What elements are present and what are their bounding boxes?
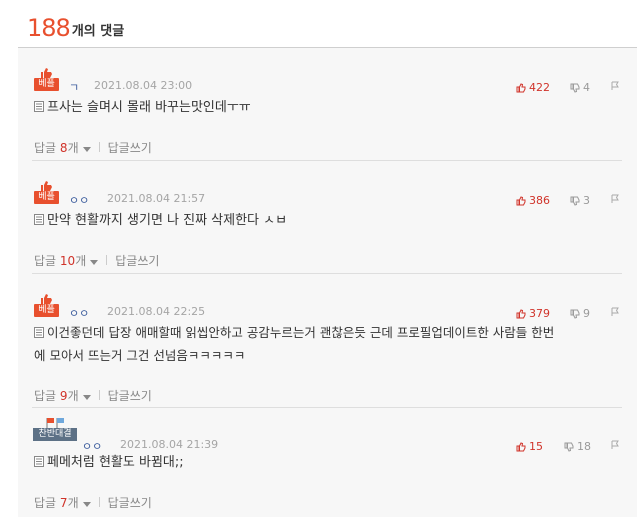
flags-icon <box>46 418 64 428</box>
document-icon <box>34 327 44 338</box>
divider <box>98 390 100 400</box>
reply-unit: 개 <box>67 388 79 403</box>
comment-divider <box>32 273 622 274</box>
dislike-count: 9 <box>583 307 590 320</box>
reply-label: 답글 <box>34 140 57 155</box>
like-count: 386 <box>529 194 550 207</box>
write-reply-link[interactable]: 답글쓰기 <box>108 139 152 156</box>
reply-toggle[interactable]: 답글 7개 <box>34 494 91 511</box>
reply-label: 답글 <box>34 253 57 268</box>
thumbs-down-icon <box>570 309 580 319</box>
write-reply-link[interactable]: 답글쓰기 <box>108 387 152 404</box>
thumbs-up-icon <box>516 441 526 451</box>
document-icon <box>34 214 44 225</box>
comment-body: 만약 현활까지 생기면 나 진짜 삭제한다 ㅅㅂ <box>34 210 619 232</box>
document-icon <box>34 456 44 467</box>
comment-meta: 찬반대결 ㅇㅇ 2021.08.04 21:39 15 18 <box>32 417 622 453</box>
like-count: 422 <box>529 81 550 94</box>
chevron-down-icon <box>82 146 91 152</box>
best-badge-label: 베플 <box>34 304 59 317</box>
comment-header: 188 개의 댓글 <box>27 12 124 42</box>
reply-toggle[interactable]: 답글 9개 <box>34 387 91 404</box>
comment-meta: 베플 ㅇㅇ 2021.08.04 22:25 379 9 <box>32 284 622 320</box>
best-badge: 베플 <box>34 181 59 207</box>
thumbs-down-icon <box>564 442 574 452</box>
report-flag-icon[interactable] <box>610 81 620 91</box>
comment-meta: 베플 ㄱ 2021.08.04 23:00 422 4 <box>32 58 622 94</box>
divider <box>106 255 108 265</box>
dislike-button[interactable]: 4 <box>570 81 590 94</box>
comment-count: 188 <box>27 14 71 42</box>
comment-author[interactable]: ㅇㅇ <box>69 192 89 208</box>
comment-text: 페메처럼 현활도 바뀜대;; <box>47 455 184 470</box>
comment-body: 프사는 슬며시 몰래 바꾸는맛인데ㅜㅠ <box>34 97 619 119</box>
reply-unit: 개 <box>75 253 87 268</box>
comment-divider <box>32 407 622 408</box>
debate-badge: 찬반대결 <box>33 417 77 443</box>
thumbs-up-icon <box>41 294 52 304</box>
reply-bar: 답글 7개 답글쓰기 <box>34 494 152 511</box>
best-badge: 베플 <box>34 68 59 94</box>
reply-unit: 개 <box>67 140 79 155</box>
comment-date: 2021.08.04 23:00 <box>94 79 193 92</box>
document-icon <box>34 101 44 112</box>
dislike-count: 3 <box>583 194 590 207</box>
like-button[interactable]: 379 <box>516 307 550 320</box>
comment-meta: 베플 ㅇㅇ 2021.08.04 21:57 386 3 <box>32 171 622 207</box>
reply-toggle[interactable]: 답글 8개 <box>34 139 91 156</box>
reply-unit: 개 <box>67 495 79 510</box>
reply-bar: 답글 10개 답글쓰기 <box>34 252 159 269</box>
reply-count: 10 <box>59 253 76 268</box>
like-button[interactable]: 422 <box>516 81 550 94</box>
reply-bar: 답글 9개 답글쓰기 <box>34 387 152 404</box>
thumbs-down-icon <box>570 196 580 206</box>
comment-text: 프사는 슬며시 몰래 바꾸는맛인데ㅜㅠ <box>47 100 251 115</box>
chevron-down-icon <box>82 394 91 400</box>
dislike-button[interactable]: 9 <box>570 307 590 320</box>
comment-author[interactable]: ㅇㅇ <box>69 305 89 321</box>
reply-bar: 답글 8개 답글쓰기 <box>34 139 152 156</box>
write-reply-link[interactable]: 답글쓰기 <box>108 494 152 511</box>
comment-count-label: 개의 댓글 <box>71 24 125 39</box>
comment-text: 만약 현활까지 생기면 나 진짜 삭제한다 ㅅㅂ <box>47 213 288 228</box>
thumbs-up-icon <box>516 308 526 318</box>
comment-date: 2021.08.04 22:25 <box>107 305 206 318</box>
chevron-down-icon <box>82 501 91 507</box>
comment-author[interactable]: ㄱ <box>69 79 79 95</box>
comment-date: 2021.08.04 21:39 <box>120 438 219 451</box>
reply-count: 9 <box>59 388 68 403</box>
chevron-down-icon <box>90 259 99 265</box>
best-badge-label: 베플 <box>34 78 59 91</box>
like-button[interactable]: 386 <box>516 194 550 207</box>
report-flag-icon[interactable] <box>610 440 620 450</box>
reply-label: 답글 <box>34 388 57 403</box>
thumbs-down-icon <box>570 83 580 93</box>
comment-text-line: 이건좋던데 답장 애매할때 읽씹안하고 공감누르는거 괜찮은듯 근데 프로필업데… <box>47 325 555 340</box>
like-count: 379 <box>529 307 550 320</box>
reply-toggle[interactable]: 답글 10개 <box>34 252 99 269</box>
reply-count: 7 <box>59 495 68 510</box>
thumbs-up-icon <box>516 82 526 92</box>
thumbs-up-icon <box>41 68 52 78</box>
comment-list: 베플 ㄱ 2021.08.04 23:00 422 4 프사는 슬며시 몰래 바… <box>18 48 637 517</box>
comment-divider <box>32 160 622 161</box>
report-flag-icon[interactable] <box>610 194 620 204</box>
best-badge-label: 베플 <box>34 191 59 204</box>
dislike-count: 4 <box>583 81 590 94</box>
comment-body: 페메처럼 현활도 바뀜대;; <box>34 452 619 474</box>
best-badge: 베플 <box>34 294 59 320</box>
thumbs-up-icon <box>516 195 526 205</box>
report-flag-icon[interactable] <box>610 307 620 317</box>
comment-date: 2021.08.04 21:57 <box>107 192 206 205</box>
divider <box>98 497 100 507</box>
debate-badge-label: 찬반대결 <box>33 428 77 441</box>
thumbs-up-icon <box>41 181 52 191</box>
reply-count: 8 <box>59 140 68 155</box>
divider <box>98 142 100 152</box>
comment-text-line: 에 모아서 뜨는거 그건 선넘음ㅋㅋㅋㅋㅋ <box>34 348 246 363</box>
comment-body: 이건좋던데 답장 애매할때 읽씹안하고 공감누르는거 괜찮은듯 근데 프로필업데… <box>34 322 619 368</box>
reply-label: 답글 <box>34 495 57 510</box>
write-reply-link[interactable]: 답글쓰기 <box>115 252 159 269</box>
dislike-button[interactable]: 3 <box>570 194 590 207</box>
